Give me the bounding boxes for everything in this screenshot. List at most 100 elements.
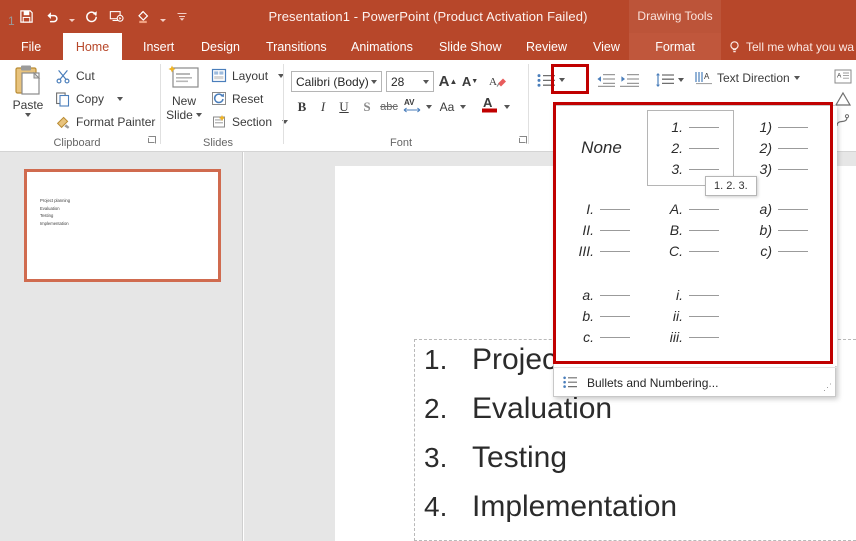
section-label: Section bbox=[232, 114, 273, 129]
line-spacing-button[interactable] bbox=[652, 70, 676, 90]
slide-bullet-4[interactable]: 4. Implementation bbox=[424, 490, 677, 524]
font-name-value: Calibri (Body) bbox=[296, 74, 369, 89]
numbering-dash bbox=[778, 147, 808, 149]
tab-insert[interactable]: Insert bbox=[132, 33, 185, 60]
numbering-option-alpha-upper[interactable]: A. B. C. bbox=[647, 192, 734, 268]
tab-review[interactable]: Review bbox=[515, 33, 578, 60]
tell-me-search[interactable]: Tell me what you wa bbox=[728, 33, 854, 60]
copy-dropdown-icon[interactable] bbox=[117, 96, 124, 101]
copy-button[interactable]: Copy bbox=[52, 88, 126, 109]
slideshow-icon[interactable] bbox=[105, 4, 129, 28]
slide-bullet-2[interactable]: 2. Evaluation bbox=[424, 392, 612, 426]
undo-dropdown-icon[interactable] bbox=[66, 4, 77, 28]
text-box-shape[interactable]: A bbox=[833, 67, 853, 87]
numbering-dash bbox=[600, 294, 630, 296]
font-size-box[interactable]: 28 bbox=[386, 71, 434, 92]
paste-icon bbox=[14, 65, 40, 95]
font-color-dropdown-icon[interactable] bbox=[502, 96, 512, 118]
numbering-option-roman-upper[interactable]: I. II. III. bbox=[558, 192, 645, 268]
new-slide-button[interactable]: New Slide bbox=[163, 64, 205, 138]
fill-color-icon[interactable] bbox=[131, 4, 155, 28]
numbering-option-1-2-3-paren[interactable]: 1) 2) 3) bbox=[736, 110, 823, 186]
bullet-number: 4. bbox=[424, 491, 448, 522]
numbering-gallery-dropdown[interactable]: None 1. 2. 3. 1) 2) 3) I. II. III. A. B.… bbox=[553, 105, 837, 397]
font-name-dropdown-icon[interactable] bbox=[371, 79, 377, 84]
character-spacing-icon: AV bbox=[403, 98, 421, 113]
numbering-option-1-2-3[interactable]: 1. 2. 3. bbox=[647, 110, 734, 186]
tab-home[interactable]: Home bbox=[63, 33, 122, 60]
line-spacing-dropdown-icon[interactable] bbox=[675, 70, 686, 90]
bullets-dropdown-icon[interactable] bbox=[556, 70, 567, 90]
numbering-mark: A. bbox=[669, 201, 683, 217]
tab-transitions[interactable]: Transitions bbox=[255, 33, 338, 60]
redo-icon[interactable] bbox=[79, 4, 103, 28]
tab-design[interactable]: Design bbox=[190, 33, 251, 60]
numbering-mark: 1. bbox=[671, 119, 683, 135]
slide-bullet-3[interactable]: 3. Testing bbox=[424, 441, 567, 475]
section-button[interactable]: Section bbox=[208, 111, 291, 132]
tab-format[interactable]: Format bbox=[629, 33, 721, 60]
tab-file[interactable]: File bbox=[10, 33, 52, 60]
undo-icon[interactable] bbox=[40, 4, 64, 28]
numbering-dash bbox=[689, 229, 719, 231]
layout-button[interactable]: Layout bbox=[208, 65, 287, 86]
numbering-option-label: None bbox=[581, 138, 622, 157]
tab-animations[interactable]: Animations bbox=[340, 33, 424, 60]
decrease-font-size-button[interactable]: A ▼ bbox=[459, 70, 481, 92]
reset-button[interactable]: Reset bbox=[208, 88, 266, 109]
numbering-option-none[interactable]: None bbox=[558, 110, 645, 186]
increase-indent-button[interactable] bbox=[617, 70, 641, 90]
bullet-number: 3. bbox=[424, 442, 448, 473]
decrease-indent-button[interactable] bbox=[593, 70, 617, 90]
font-name-box[interactable]: Calibri (Body) bbox=[291, 71, 382, 92]
character-spacing-button[interactable]: AV bbox=[401, 94, 425, 116]
character-spacing-dropdown-icon[interactable] bbox=[424, 96, 434, 118]
increase-indent-icon bbox=[619, 73, 639, 87]
line-spacing-icon bbox=[655, 72, 674, 87]
underline-button[interactable]: U bbox=[335, 96, 353, 118]
font-color-button[interactable]: A bbox=[480, 93, 500, 115]
svg-text:AV: AV bbox=[404, 98, 415, 107]
text-shadow-button[interactable]: S bbox=[358, 96, 376, 118]
increase-font-size-button[interactable]: A ▲ bbox=[437, 70, 459, 92]
copy-label: Copy bbox=[76, 91, 105, 106]
numbering-mark: c) bbox=[760, 243, 772, 259]
numbering-dash bbox=[689, 147, 719, 149]
numbering-mark: b. bbox=[582, 308, 594, 324]
numbering-mark: C. bbox=[669, 243, 683, 259]
resize-grip[interactable]: ⋰ bbox=[823, 382, 832, 393]
numbering-option-alpha-lower[interactable]: a. b. c. bbox=[558, 278, 645, 354]
decrease-indent-icon bbox=[596, 73, 615, 87]
layout-label: Layout bbox=[232, 68, 269, 83]
clipboard-dialog-launcher[interactable] bbox=[148, 136, 160, 148]
customize-quick-access-toolbar-icon[interactable] bbox=[170, 4, 194, 28]
tab-slide-show[interactable]: Slide Show bbox=[428, 33, 513, 60]
change-case-button[interactable]: Aa bbox=[435, 96, 459, 118]
svg-text:A: A bbox=[489, 76, 497, 88]
strikethrough-button[interactable]: abc bbox=[379, 96, 399, 118]
paste-dropdown-icon[interactable] bbox=[25, 113, 31, 117]
new-slide-dropdown-icon[interactable] bbox=[195, 113, 202, 117]
bullets-button[interactable] bbox=[534, 70, 558, 90]
paste-button[interactable]: Paste bbox=[7, 64, 49, 138]
change-case-dropdown-icon[interactable] bbox=[458, 96, 468, 118]
bullets-and-numbering-menu-item[interactable]: Bullets and Numbering... bbox=[554, 367, 837, 397]
numbering-dash bbox=[600, 208, 630, 210]
text-direction-button[interactable]: A Text Direction bbox=[695, 70, 800, 86]
tab-view[interactable]: View bbox=[582, 33, 631, 60]
numbering-mark: a) bbox=[759, 201, 772, 217]
group-divider bbox=[160, 64, 161, 144]
format-painter-button[interactable]: Format Painter bbox=[52, 111, 158, 132]
numbering-option-alpha-lower-paren[interactable]: a) b) c) bbox=[736, 192, 823, 268]
cut-button[interactable]: Cut bbox=[52, 65, 98, 86]
clear-formatting-button[interactable]: A bbox=[487, 70, 509, 92]
font-dialog-launcher[interactable] bbox=[519, 136, 531, 148]
font-size-dropdown-icon[interactable] bbox=[423, 79, 429, 84]
bold-button[interactable]: B bbox=[293, 96, 311, 118]
numbering-option-roman-lower[interactable]: i. ii. iii. bbox=[647, 278, 734, 354]
save-icon[interactable] bbox=[14, 4, 38, 28]
numbering-tooltip: 1. 2. 3. bbox=[705, 176, 757, 196]
fill-color-dropdown-icon[interactable] bbox=[157, 4, 168, 28]
italic-button[interactable]: I bbox=[314, 96, 332, 118]
text-direction-dropdown-icon[interactable] bbox=[793, 76, 800, 80]
